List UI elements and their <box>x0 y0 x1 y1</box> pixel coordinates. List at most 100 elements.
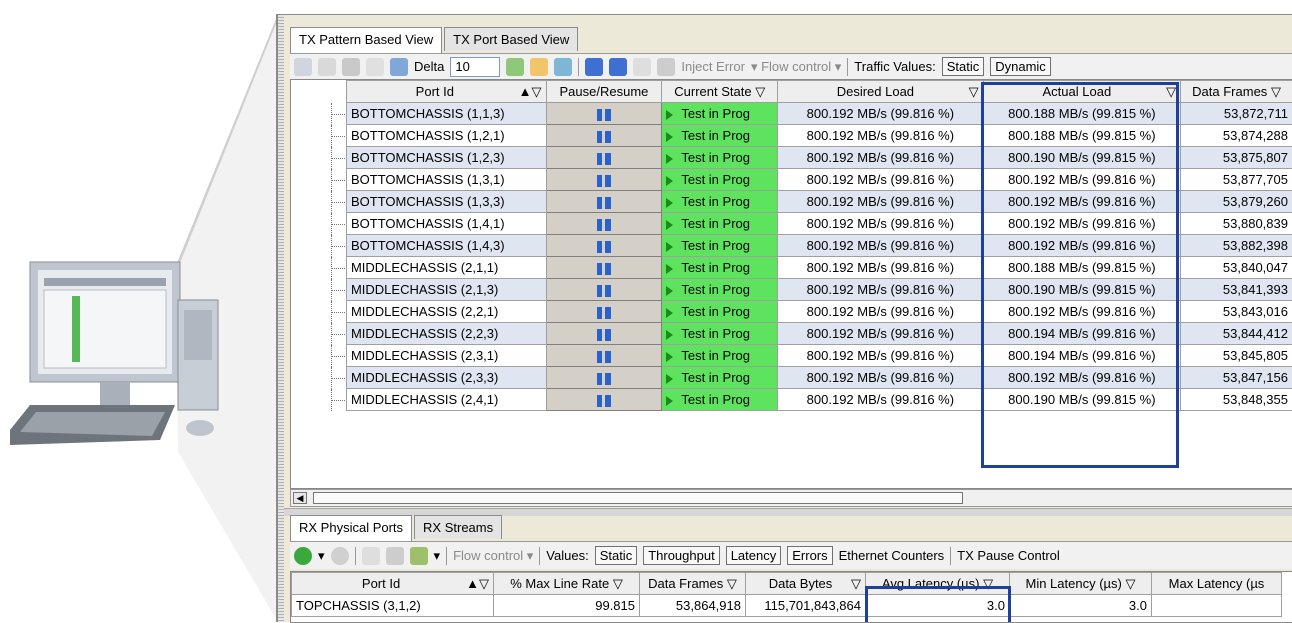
filter-icon[interactable]: ▽ <box>1271 84 1281 99</box>
start-capture-icon[interactable] <box>294 546 312 565</box>
desired-load-cell[interactable]: 800.192 MB/s (99.816 %) <box>777 278 984 301</box>
port-id-cell[interactable]: MIDDLECHASSIS (2,1,3) <box>345 278 547 301</box>
port-id-cell[interactable]: BOTTOMCHASSIS (1,3,3) <box>345 190 547 213</box>
rx-col-data-frames[interactable]: Data Frames ▽ <box>639 572 746 595</box>
dock-grip[interactable] <box>278 15 284 622</box>
ethernet-counters-button[interactable]: Ethernet Counters <box>839 548 945 563</box>
rx-col-port-id[interactable]: Port Id ▲▽ <box>291 572 494 595</box>
port-id-cell[interactable]: BOTTOMCHASSIS (1,4,3) <box>345 234 547 257</box>
static-button[interactable]: Static <box>594 546 638 565</box>
desired-load-cell[interactable]: 800.192 MB/s (99.816 %) <box>777 146 984 169</box>
clear-icon[interactable] <box>366 57 384 76</box>
dropdown-arrow-icon[interactable]: ▾ <box>434 548 441 564</box>
col-data-frames[interactable]: Data Frames ▽ <box>1180 80 1292 103</box>
refresh-icon[interactable] <box>390 57 408 76</box>
port-id-cell[interactable]: BOTTOMCHASSIS (1,2,1) <box>345 124 547 147</box>
desired-load-cell[interactable]: 800.192 MB/s (99.816 %) <box>777 168 984 191</box>
pause-resume-button[interactable] <box>545 300 663 323</box>
pause-resume-button[interactable] <box>545 388 663 411</box>
sort-filter-icon[interactable]: ▲▽ <box>466 576 489 592</box>
desired-load-cell[interactable]: 800.192 MB/s (99.816 %) <box>777 102 984 125</box>
desired-load-cell[interactable]: 800.192 MB/s (99.816 %) <box>777 344 984 367</box>
rx-col-max-line-rate[interactable]: % Max Line Rate ▽ <box>493 572 640 595</box>
pause-resume-button[interactable] <box>545 278 663 301</box>
desired-load-cell[interactable]: 800.192 MB/s (99.816 %) <box>777 190 984 213</box>
port-id-cell[interactable]: MIDDLECHASSIS (2,3,1) <box>345 344 547 367</box>
desired-load-cell[interactable]: 800.192 MB/s (99.816 %) <box>777 234 984 257</box>
horizontal-scrollbar[interactable]: ◀ <box>290 489 1292 507</box>
export-icon[interactable] <box>657 57 676 76</box>
pause-all-icon[interactable] <box>585 57 604 76</box>
pause-resume-button[interactable] <box>545 102 663 125</box>
port-id-cell[interactable]: BOTTOMCHASSIS (1,1,3) <box>345 102 547 125</box>
pause-resume-button[interactable] <box>545 234 663 257</box>
dynamic-button[interactable]: Dynamic <box>990 57 1051 76</box>
filter-icon[interactable]: ▽ <box>755 84 765 99</box>
start-icon[interactable] <box>294 57 312 76</box>
pause-resume-button[interactable] <box>545 190 663 213</box>
delta-spinner[interactable]: 10 <box>450 56 501 77</box>
flow-control-dropdown[interactable]: ▾ Flow control ▾ <box>751 59 841 75</box>
col-current-state[interactable]: Current State ▽ <box>661 80 779 103</box>
scroll-thumb[interactable] <box>313 492 963 504</box>
dropdown-arrow-icon[interactable]: ▾ <box>318 548 325 564</box>
desired-load-cell[interactable]: 800.192 MB/s (99.816 %) <box>777 256 984 279</box>
latency-button[interactable]: Latency <box>725 546 782 565</box>
rx-col-data-bytes[interactable]: Data Bytes ▽ <box>745 572 866 595</box>
port-id-cell[interactable]: MIDDLECHASSIS (2,3,3) <box>345 366 547 389</box>
tab-rx-streams[interactable]: RX Streams <box>414 515 503 539</box>
rx-col-max-latency[interactable]: Max Latency (µs <box>1151 572 1282 595</box>
desired-load-cell[interactable]: 800.192 MB/s (99.816 %) <box>777 212 984 235</box>
resume-all-icon[interactable] <box>609 57 628 76</box>
tab-tx-port[interactable]: TX Port Based View <box>444 27 579 51</box>
decrease-load-icon[interactable] <box>530 57 549 76</box>
port-id-cell[interactable]: MIDDLECHASSIS (2,2,3) <box>345 322 547 345</box>
desired-load-cell[interactable]: 800.192 MB/s (99.816 %) <box>777 300 984 323</box>
filter-icon[interactable] <box>361 546 380 565</box>
copy-icon[interactable] <box>318 57 336 76</box>
rx-col-min-latency[interactable]: Min Latency (µs) ▽ <box>1009 572 1152 595</box>
pause-resume-button[interactable] <box>545 168 663 191</box>
pause-resume-button[interactable] <box>545 256 663 279</box>
reset-load-icon[interactable] <box>554 57 573 76</box>
sort-filter-icon[interactable]: ▲▽ <box>519 84 542 100</box>
pause-resume-button[interactable] <box>545 124 663 147</box>
filter-icon[interactable]: ▽ <box>851 576 861 592</box>
port-id-cell[interactable]: BOTTOMCHASSIS (1,3,1) <box>345 168 547 191</box>
inject-error-button[interactable]: Inject Error <box>681 59 745 74</box>
port-id-cell[interactable]: BOTTOMCHASSIS (1,2,3) <box>345 146 547 169</box>
errors-button[interactable]: Errors <box>787 546 833 565</box>
scroll-left-icon[interactable]: ◀ <box>293 492 307 504</box>
desired-load-cell[interactable]: 800.192 MB/s (99.816 %) <box>777 124 984 147</box>
rx-port-id-cell[interactable]: TOPCHASSIS (3,1,2) <box>291 594 494 617</box>
filter-icon[interactable]: ▽ <box>727 576 737 591</box>
port-id-cell[interactable]: MIDDLECHASSIS (2,2,1) <box>345 300 547 323</box>
tx-pause-control-button[interactable]: TX Pause Control <box>957 548 1060 563</box>
throughput-button[interactable]: Throughput <box>643 546 720 565</box>
tab-tx-pattern[interactable]: TX Pattern Based View <box>290 27 443 53</box>
export-icon[interactable] <box>385 546 404 565</box>
col-desired-load[interactable]: Desired Load ▽ <box>777 80 984 103</box>
col-pause-resume[interactable]: Pause/Resume <box>545 80 663 103</box>
static-button[interactable]: Static <box>941 57 985 76</box>
pause-resume-button[interactable] <box>545 212 663 235</box>
port-id-cell[interactable]: MIDDLECHASSIS (2,4,1) <box>345 388 547 411</box>
increase-load-icon[interactable] <box>506 57 525 76</box>
desired-load-cell[interactable]: 800.192 MB/s (99.816 %) <box>777 366 984 389</box>
filter-icon[interactable]: ▽ <box>1125 576 1135 591</box>
pause-resume-button[interactable] <box>545 344 663 367</box>
filter-icon[interactable]: ▽ <box>969 84 979 100</box>
graph-icon[interactable] <box>409 546 428 565</box>
filter-icon[interactable]: ▽ <box>613 576 623 591</box>
desired-load-cell[interactable]: 800.192 MB/s (99.816 %) <box>777 388 984 411</box>
tab-rx-physical-ports[interactable]: RX Physical Ports <box>290 515 413 541</box>
filter-icon[interactable] <box>633 57 652 76</box>
col-port-id[interactable]: Port Id ▲▽ <box>345 80 547 103</box>
port-id-cell[interactable]: BOTTOMCHASSIS (1,4,1) <box>345 212 547 235</box>
port-id-cell[interactable]: MIDDLECHASSIS (2,1,1) <box>345 256 547 279</box>
pause-resume-button[interactable] <box>545 322 663 345</box>
edit-icon[interactable] <box>342 57 360 76</box>
desired-load-cell[interactable]: 800.192 MB/s (99.816 %) <box>777 322 984 345</box>
flow-control-dropdown[interactable]: Flow control ▾ <box>453 548 533 564</box>
table-row[interactable]: TOPCHASSIS (3,1,2) 99.815 53,864,918 115,70… <box>291 594 1282 617</box>
